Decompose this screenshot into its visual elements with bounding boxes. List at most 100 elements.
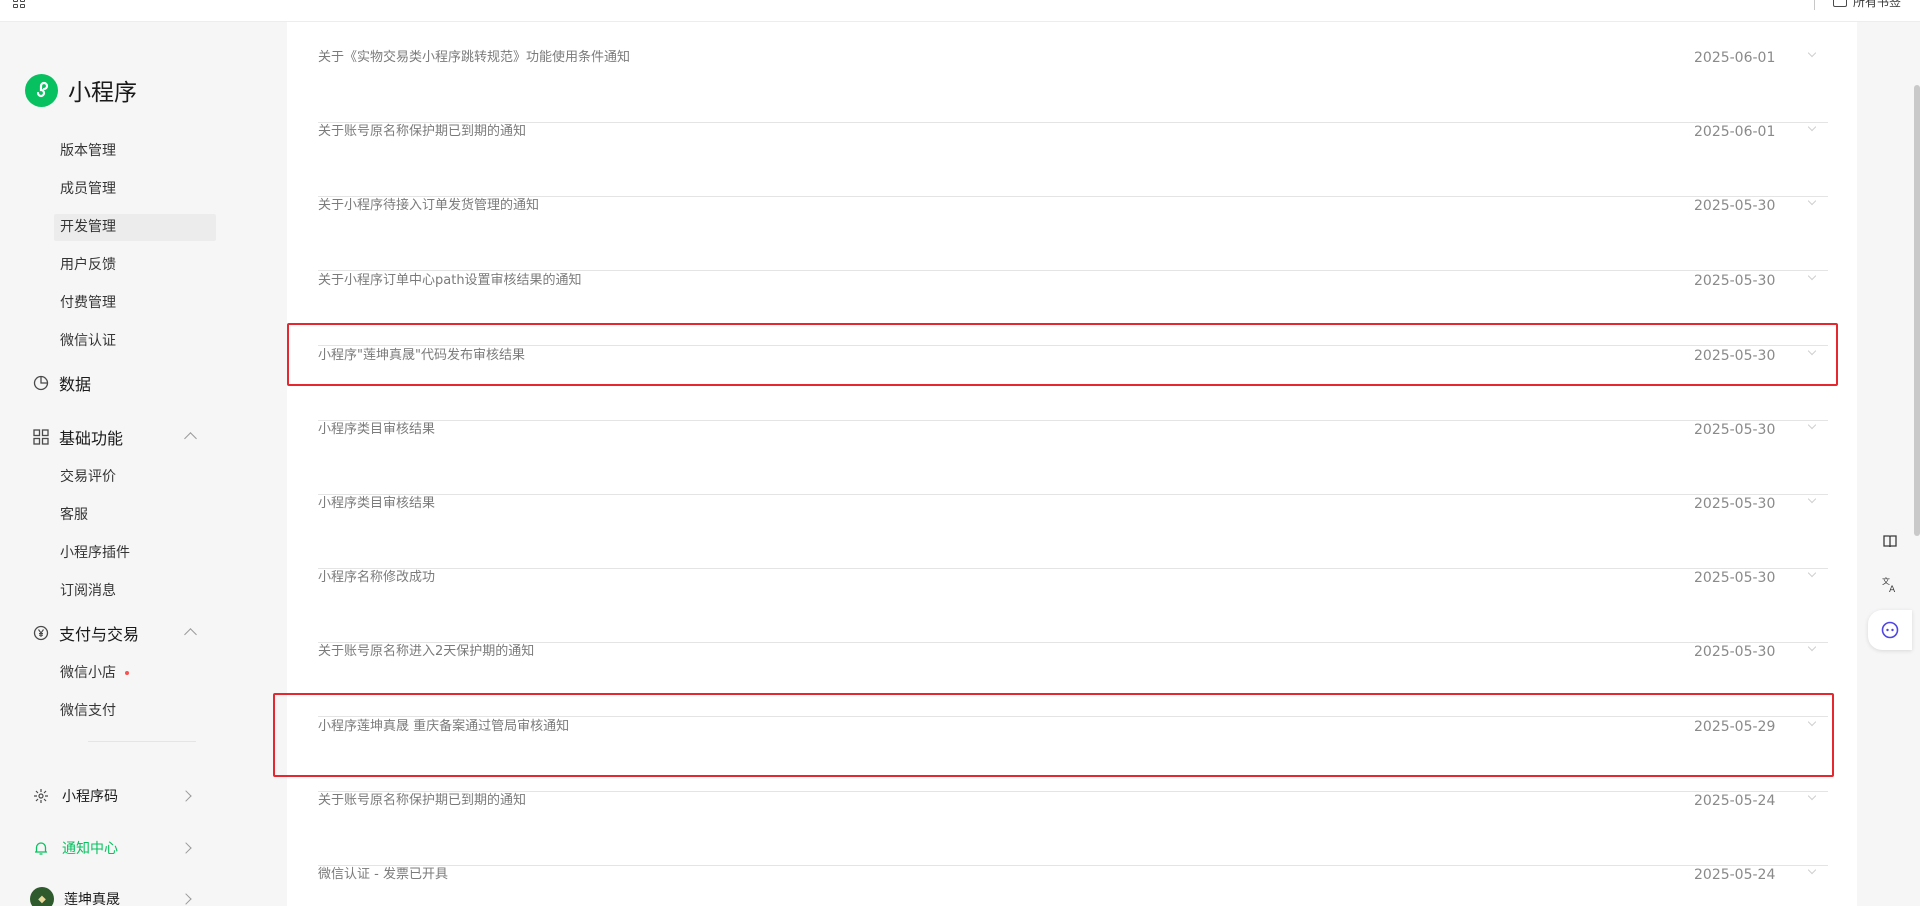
notice-date: 2025-05-24 (1694, 793, 1776, 809)
chevron-down-icon[interactable] (1807, 717, 1817, 727)
notice-date: 2025-05-30 (1694, 570, 1776, 586)
notice-title[interactable]: 关于账号原名称保护期已到期的通知 (318, 793, 526, 809)
notice-title[interactable]: 关于账号原名称进入2天保护期的通知 (318, 644, 534, 660)
row-divider (318, 196, 1828, 197)
notice-row[interactable]: 关于账号原名称进入2天保护期的通知 2025-05-30 (318, 642, 1828, 718)
sidebar-item-wechat-pay[interactable]: 微信支付 (54, 698, 216, 725)
avatar: ◆ (30, 887, 54, 906)
sidebar-item-label: 付费管理 (60, 295, 116, 311)
sidebar-item-account[interactable]: ◆ 莲坤真晟 (30, 887, 120, 906)
chevron-down-icon[interactable] (1807, 494, 1817, 504)
chevron-down-icon[interactable] (1807, 48, 1817, 58)
notice-row[interactable]: 关于账号原名称保护期已到期的通知 2025-06-01 (318, 122, 1828, 198)
notice-title[interactable]: 关于《实物交易类小程序跳转规范》功能使用条件通知 (318, 50, 630, 66)
ai-assistant-icon[interactable] (1868, 610, 1912, 650)
notice-row[interactable]: 小程序名称修改成功 2025-05-30 (318, 568, 1828, 644)
sidebar-item-mini-program-plugins[interactable]: 小程序插件 (54, 540, 216, 567)
sidebar-item-label: 订阅消息 (60, 583, 116, 599)
chevron-down-icon[interactable] (1807, 271, 1817, 281)
sidebar-item-label: 交易评价 (60, 469, 116, 485)
sidebar-group-payment-transactions[interactable]: 支付与交易 (33, 621, 139, 645)
notice-title[interactable]: 关于账号原名称保护期已到期的通知 (318, 124, 526, 140)
mini-program-logo-icon (25, 73, 58, 107)
apps-grid-icon[interactable] (13, 0, 27, 10)
notice-row[interactable]: 小程序"莲坤真晟"代码发布审核结果 2025-05-30 (318, 346, 1828, 422)
chevron-down-icon[interactable] (1807, 568, 1817, 578)
brand[interactable]: 小程序 (25, 73, 137, 107)
brand-name: 小程序 (68, 80, 137, 106)
bell-icon (33, 840, 49, 856)
notice-title[interactable]: 微信认证 - 发票已开具 (318, 867, 448, 883)
yuan-coin-icon (33, 625, 49, 641)
sidebar-item-development-management[interactable]: 开发管理 (54, 214, 216, 241)
chevron-down-icon[interactable] (1807, 642, 1817, 652)
notice-row[interactable]: 关于小程序订单中心path设置审核结果的通知 2025-05-30 (318, 271, 1828, 347)
sidebar-item-customer-service[interactable]: 客服 (54, 502, 216, 529)
notice-date: 2025-05-30 (1694, 348, 1776, 364)
notice-row[interactable]: 小程序莲坤真晟 重庆备案通过管局审核通知 2025-05-29 (318, 717, 1828, 793)
sidebar-divider (88, 741, 196, 742)
notice-date: 2025-05-30 (1694, 496, 1776, 512)
sidebar-item-label: 成员管理 (60, 181, 116, 197)
pie-chart-icon (33, 375, 49, 391)
all-bookmarks-label: 所有书签 (1853, 0, 1902, 9)
notice-date: 2025-05-30 (1694, 198, 1776, 214)
notice-title[interactable]: 小程序类目审核结果 (318, 422, 435, 438)
chevron-down-icon[interactable] (1807, 346, 1817, 356)
sidebar-group-label: 支付与交易 (59, 625, 140, 644)
sidebar-item-wechat-verification[interactable]: 微信认证 (54, 328, 216, 355)
browser-bookmarks-bar: 所有书签 (0, 0, 1920, 22)
sidebar-item-subscription-messages[interactable]: 订阅消息 (54, 578, 216, 605)
notice-row[interactable]: 关于小程序待接入订单发货管理的通知 2025-05-30 (318, 196, 1828, 272)
row-divider (318, 642, 1828, 643)
sidebar-group-data[interactable]: 数据 (33, 371, 91, 395)
sidebar-item-wechat-store[interactable]: 微信小店 (54, 660, 216, 687)
sidebar-item-label: 通知中心 (62, 841, 118, 857)
translate-icon[interactable]: 文A (1876, 571, 1904, 599)
notice-date: 2025-05-30 (1694, 422, 1776, 438)
notice-date: 2025-06-01 (1694, 124, 1776, 140)
row-divider (318, 122, 1828, 123)
notice-title[interactable]: 小程序"莲坤真晟"代码发布审核结果 (318, 348, 525, 364)
notice-title[interactable]: 关于小程序订单中心path设置审核结果的通知 (318, 273, 582, 289)
sidebar-item-label: 开发管理 (60, 219, 116, 235)
chevron-down-icon[interactable] (1807, 791, 1817, 801)
chevron-down-icon[interactable] (1807, 196, 1817, 206)
sidebar-item-member-management[interactable]: 成员管理 (54, 176, 216, 203)
sidebar-item-notification-center[interactable]: 通知中心 (33, 837, 118, 859)
bookmarks-separator (1814, 0, 1815, 10)
row-divider (318, 791, 1828, 792)
sidebar-item-transaction-review[interactable]: 交易评价 (54, 464, 216, 491)
chevron-down-icon[interactable] (1807, 865, 1817, 875)
notice-row[interactable]: 小程序类目审核结果 2025-05-30 (318, 494, 1828, 570)
row-divider (318, 865, 1828, 866)
sidebar-item-payment-management[interactable]: 付费管理 (54, 290, 216, 317)
sidebar-item-label: 版本管理 (60, 143, 116, 159)
right-gutter (1857, 22, 1920, 906)
notice-row[interactable]: 微信认证 - 发票已开具 2025-05-24 (318, 865, 1828, 906)
notice-row[interactable]: 小程序类目审核结果 2025-05-30 (318, 420, 1828, 496)
sidebar-group-basic-functions[interactable]: 基础功能 (33, 425, 123, 449)
chevron-down-icon[interactable] (1807, 122, 1817, 132)
notice-date: 2025-05-30 (1694, 273, 1776, 289)
sidebar-item-version-management[interactable]: 版本管理 (54, 138, 216, 165)
sidebar-item-label: 用户反馈 (60, 257, 116, 273)
row-divider (318, 716, 1828, 717)
chevron-down-icon[interactable] (1807, 420, 1817, 430)
notice-title[interactable]: 小程序类目审核结果 (318, 496, 435, 512)
notice-title[interactable]: 小程序名称修改成功 (318, 570, 435, 586)
notice-row[interactable]: 关于账号原名称保护期已到期的通知 2025-05-24 (318, 791, 1828, 867)
notice-title[interactable]: 关于小程序待接入订单发货管理的通知 (318, 198, 539, 214)
notice-date: 2025-05-30 (1694, 644, 1776, 660)
notice-title[interactable]: 小程序莲坤真晟 重庆备案通过管局审核通知 (318, 719, 569, 735)
sidebar-item-mini-program-code[interactable]: 小程序码 (33, 785, 118, 807)
notice-row[interactable]: 关于《实物交易类小程序跳转规范》功能使用条件通知 2025-06-01 (318, 48, 1828, 124)
book-icon[interactable] (1876, 527, 1904, 555)
folder-icon (1833, 0, 1847, 7)
sidebar-item-label: 微信小店 (60, 665, 116, 681)
row-divider (318, 568, 1828, 569)
new-badge-dot (125, 671, 129, 675)
sidebar-item-user-feedback[interactable]: 用户反馈 (54, 252, 216, 279)
all-bookmarks-button[interactable]: 所有书签 (1833, 0, 1901, 10)
page-scrollbar[interactable] (1914, 85, 1920, 536)
